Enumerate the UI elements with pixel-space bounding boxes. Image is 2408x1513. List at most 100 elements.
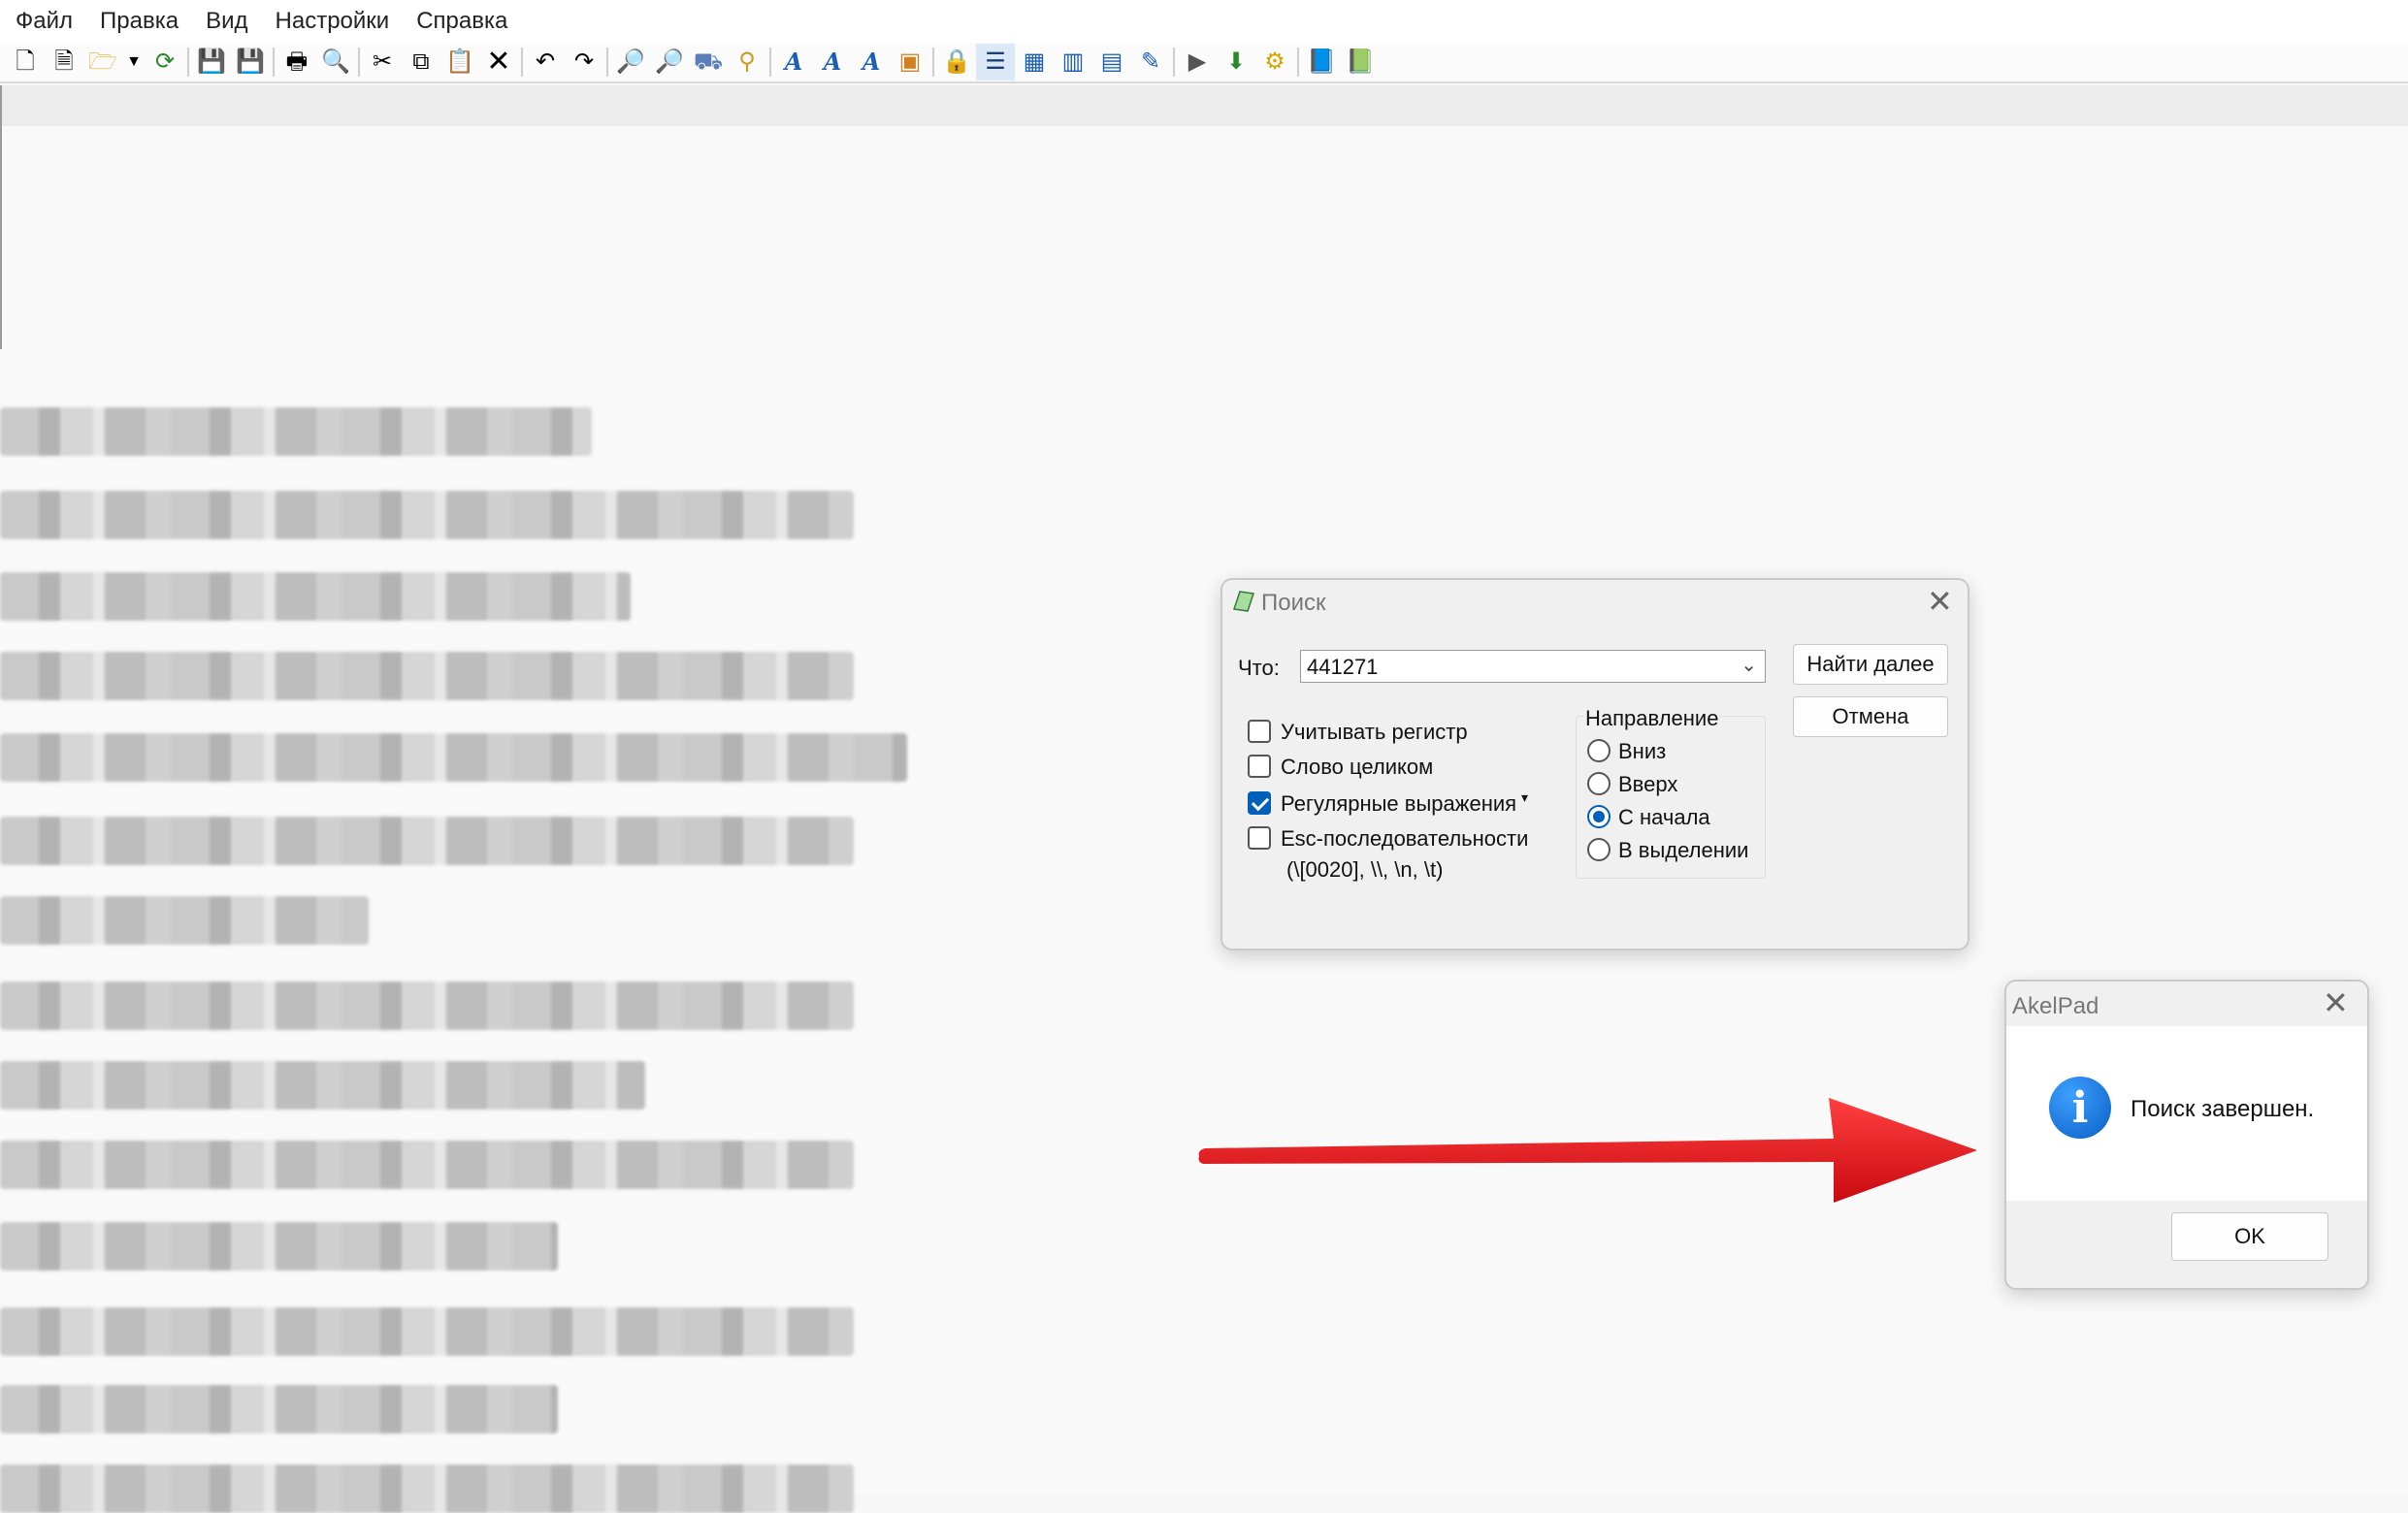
word-wrap-icon[interactable]: ☰ [976, 44, 1015, 80]
match-case-checkbox[interactable] [1248, 720, 1271, 743]
reopen-icon[interactable]: ⟳ [146, 44, 184, 80]
find-dialog: Поиск ✕ Что: 441271 ⌄ Найти далее Отмена… [1220, 578, 1969, 950]
toolbar-separator [521, 48, 523, 77]
message-text: Поиск завершен. [2131, 1096, 2315, 1122]
regex-checkbox[interactable] [1248, 791, 1271, 815]
split-window-icon[interactable]: ▦ [1015, 44, 1054, 80]
direction-up-radio[interactable] [1587, 772, 1611, 795]
run-icon[interactable]: ▶ [1178, 44, 1217, 80]
blurred-text-line [0, 407, 592, 456]
print-icon[interactable]: 🖶 [277, 44, 316, 80]
toolbar-separator [358, 48, 360, 77]
pin-icon[interactable]: ✎ [1131, 44, 1170, 80]
cut-icon[interactable]: ✂ [363, 44, 402, 80]
cancel-button[interactable]: Отмена [1793, 696, 1948, 737]
font-icon[interactable]: A [774, 44, 813, 80]
blurred-text-line [0, 1307, 854, 1356]
menu-bar: Файл Правка Вид Настройки Справка [0, 0, 2408, 44]
toolbar-separator [1173, 48, 1175, 77]
blurred-text-line [0, 1141, 854, 1189]
blurred-text-line [0, 1465, 854, 1513]
replace-icon[interactable]: ⛟ [689, 44, 728, 80]
blurred-text-line [0, 896, 369, 945]
direction-in-selection-radio[interactable] [1587, 838, 1611, 861]
save-icon[interactable]: 💾 [192, 44, 231, 80]
message-box-body: i Поиск завершен. [2006, 1026, 2367, 1201]
new-file-icon[interactable]: 🗋 [6, 44, 45, 80]
help-book-icon[interactable]: 📘 [1302, 44, 1341, 80]
toolbar: 🗋 🗎 🗁 ▼ ⟳ 💾 💾 🖶 🔍 ✂ ⧉ 📋 ✕ ↶ ↷ 🔎 🔎 ⛟ ⚲ A … [0, 43, 2408, 83]
delete-icon[interactable]: ✕ [479, 44, 518, 80]
find-what-label: Что: [1238, 656, 1280, 680]
blurred-text-line [0, 733, 907, 782]
regex-menu-arrow-icon[interactable]: ▾ [1521, 789, 1528, 806]
regex-label: Регулярные выражения [1281, 791, 1517, 816]
ok-button[interactable]: OK [2171, 1212, 2328, 1261]
menu-edit[interactable]: Правка [86, 0, 192, 43]
plugin-icon[interactable]: ⬇ [1217, 44, 1255, 80]
color-icon[interactable]: ▣ [891, 44, 929, 80]
whole-word-checkbox[interactable] [1248, 755, 1271, 778]
whole-word-label: Слово целиком [1281, 755, 1434, 779]
find-icon[interactable]: 🔎 [611, 44, 650, 80]
editor-header-strip [0, 85, 2408, 126]
menu-file[interactable]: Файл [2, 0, 86, 43]
blurred-text-line [0, 491, 854, 539]
blurred-text-line [0, 817, 854, 865]
chevron-down-icon[interactable]: ⌄ [1741, 653, 1757, 677]
lock-icon[interactable]: 🔒 [937, 44, 976, 80]
find-next-button[interactable]: Найти далее [1793, 644, 1948, 685]
direction-up-label: Вверх [1618, 772, 1678, 796]
save-all-icon[interactable]: 💾 [231, 44, 270, 80]
blurred-text-line [0, 1222, 558, 1271]
direction-from-start-label: С начала [1618, 805, 1710, 829]
toolbar-separator [932, 48, 934, 77]
toolbar-separator [769, 48, 771, 77]
close-icon[interactable]: ✕ [2323, 987, 2349, 1018]
direction-in-selection-label: В выделении [1618, 838, 1749, 862]
escape-sequences-checkbox[interactable] [1248, 826, 1271, 850]
message-box: AkelPad ✕ i Поиск завершен. OK [2004, 980, 2369, 1290]
find-dialog-title: Поиск [1261, 590, 1326, 616]
toolbar-separator [606, 48, 608, 77]
menu-help[interactable]: Справка [403, 0, 521, 43]
paste-icon[interactable]: 📋 [440, 44, 479, 80]
split-horizontal-icon[interactable]: ▥ [1054, 44, 1092, 80]
new-window-icon[interactable]: 🗎 [45, 44, 83, 80]
font-increase-icon[interactable]: A [813, 44, 852, 80]
direction-down-label: Вниз [1618, 739, 1667, 763]
info-icon: i [2049, 1077, 2111, 1139]
blurred-text-line [0, 982, 854, 1030]
red-arrow-annotation [1198, 1098, 1977, 1203]
escape-sequences-label: Esc-последовательности [1281, 826, 1529, 851]
blurred-text-line [0, 1061, 645, 1110]
goto-icon[interactable]: ⚲ [728, 44, 766, 80]
match-case-label: Учитывать регистр [1281, 720, 1468, 744]
blurred-text-line [0, 652, 854, 700]
split-vertical-icon[interactable]: ▤ [1092, 44, 1131, 80]
editor-left-border [0, 85, 2, 349]
find-what-value: 441271 [1307, 655, 1379, 679]
blurred-text-line [0, 572, 631, 621]
redo-icon[interactable]: ↷ [565, 44, 603, 80]
settings-gear-icon[interactable]: ⚙ [1255, 44, 1294, 80]
dropdown-arrow-icon[interactable]: ▼ [122, 44, 146, 80]
escape-sequences-hint: (\[0020], \\, \n, \t) [1286, 857, 1444, 882]
undo-icon[interactable]: ↶ [526, 44, 565, 80]
direction-label: Направление [1583, 706, 1721, 731]
akelpad-icon[interactable]: 📗 [1341, 44, 1380, 80]
direction-from-start-radio[interactable] [1587, 805, 1611, 828]
close-icon[interactable]: ✕ [1927, 586, 1953, 617]
open-folder-icon[interactable]: 🗁 [83, 44, 122, 80]
direction-down-radio[interactable] [1587, 739, 1611, 762]
menu-view[interactable]: Вид [192, 0, 261, 43]
find-what-combobox[interactable]: 441271 ⌄ [1300, 650, 1766, 683]
font-decrease-icon[interactable]: A [852, 44, 891, 80]
toolbar-separator [273, 48, 275, 77]
toolbar-separator [187, 48, 189, 77]
print-preview-icon[interactable]: 🔍 [316, 44, 355, 80]
message-box-title: AkelPad [2012, 993, 2099, 1019]
menu-settings[interactable]: Настройки [262, 0, 404, 43]
find-next-icon[interactable]: 🔎 [650, 44, 689, 80]
copy-icon[interactable]: ⧉ [402, 44, 440, 80]
